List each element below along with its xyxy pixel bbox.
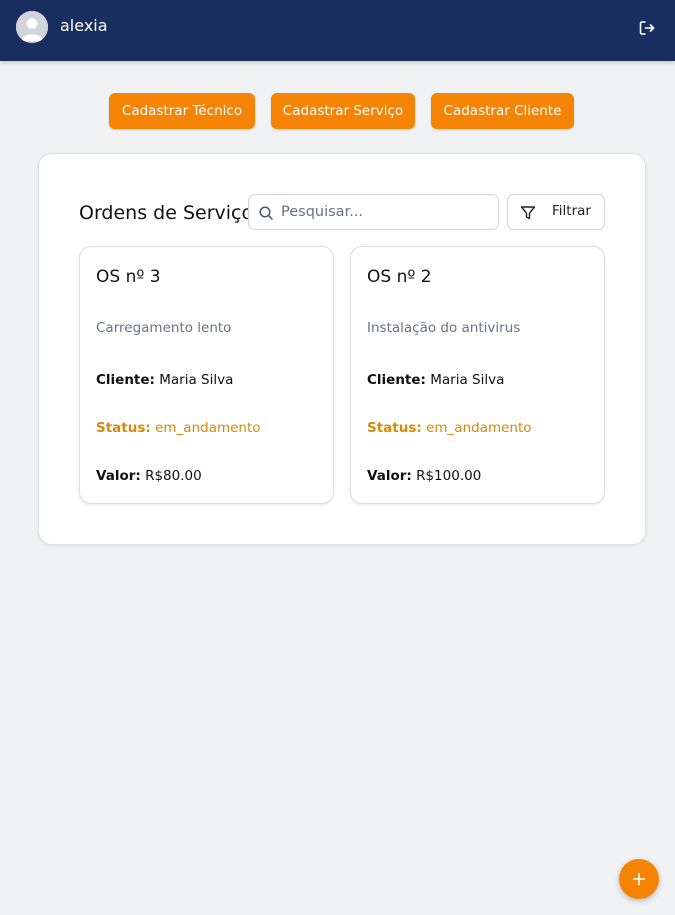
search-box[interactable] xyxy=(248,194,499,230)
filter-button[interactable]: Filtrar xyxy=(507,194,605,230)
order-client: Cliente: Maria Silva xyxy=(367,372,504,388)
status-label: Status: xyxy=(367,420,422,436)
search-icon xyxy=(258,205,274,221)
register-technician-button[interactable]: Cadastrar Técnico xyxy=(109,93,255,129)
filter-label: Filtrar xyxy=(552,203,591,219)
service-order-card[interactable]: OS nº 3 Carregamento lento Cliente: Mari… xyxy=(79,246,334,504)
search-input[interactable] xyxy=(281,201,491,223)
status-label: Status: xyxy=(96,420,151,436)
user-avatar-icon[interactable] xyxy=(16,11,48,43)
order-title: OS nº 2 xyxy=(367,267,432,287)
action-bar: Cadastrar Técnico Cadastrar Serviço Cada… xyxy=(0,93,675,129)
client-value: Maria Silva xyxy=(430,372,505,388)
order-status: Status: em_andamento xyxy=(96,420,261,436)
plus-icon xyxy=(632,872,646,886)
order-value: Valor: R$80.00 xyxy=(96,468,202,484)
logout-icon[interactable] xyxy=(637,18,657,38)
order-status: Status: em_andamento xyxy=(367,420,532,436)
order-description: Instalação do antivirus xyxy=(367,320,521,336)
page-title: Ordens de Serviço xyxy=(79,202,254,224)
client-label: Cliente: xyxy=(367,372,426,388)
value-amount: R$80.00 xyxy=(145,468,202,484)
client-value: Maria Silva xyxy=(159,372,234,388)
filter-icon xyxy=(520,205,536,221)
order-title: OS nº 3 xyxy=(96,267,161,287)
register-client-button[interactable]: Cadastrar Cliente xyxy=(431,93,574,129)
value-amount: R$100.00 xyxy=(416,468,482,484)
order-client: Cliente: Maria Silva xyxy=(96,372,233,388)
status-value: em_andamento xyxy=(155,420,261,436)
order-value: Valor: R$100.00 xyxy=(367,468,481,484)
service-order-card[interactable]: OS nº 2 Instalação do antivirus Cliente:… xyxy=(350,246,605,504)
client-label: Cliente: xyxy=(96,372,155,388)
value-label: Valor: xyxy=(96,468,141,484)
username: alexia xyxy=(60,16,108,35)
service-orders-panel: Ordens de Serviço Filtrar OS nº 3 Carreg… xyxy=(38,153,646,545)
add-button[interactable] xyxy=(619,859,659,899)
value-label: Valor: xyxy=(367,468,412,484)
register-service-button[interactable]: Cadastrar Serviço xyxy=(271,93,415,129)
status-value: em_andamento xyxy=(426,420,532,436)
order-description: Carregamento lento xyxy=(96,320,232,336)
top-bar: alexia xyxy=(0,0,675,61)
